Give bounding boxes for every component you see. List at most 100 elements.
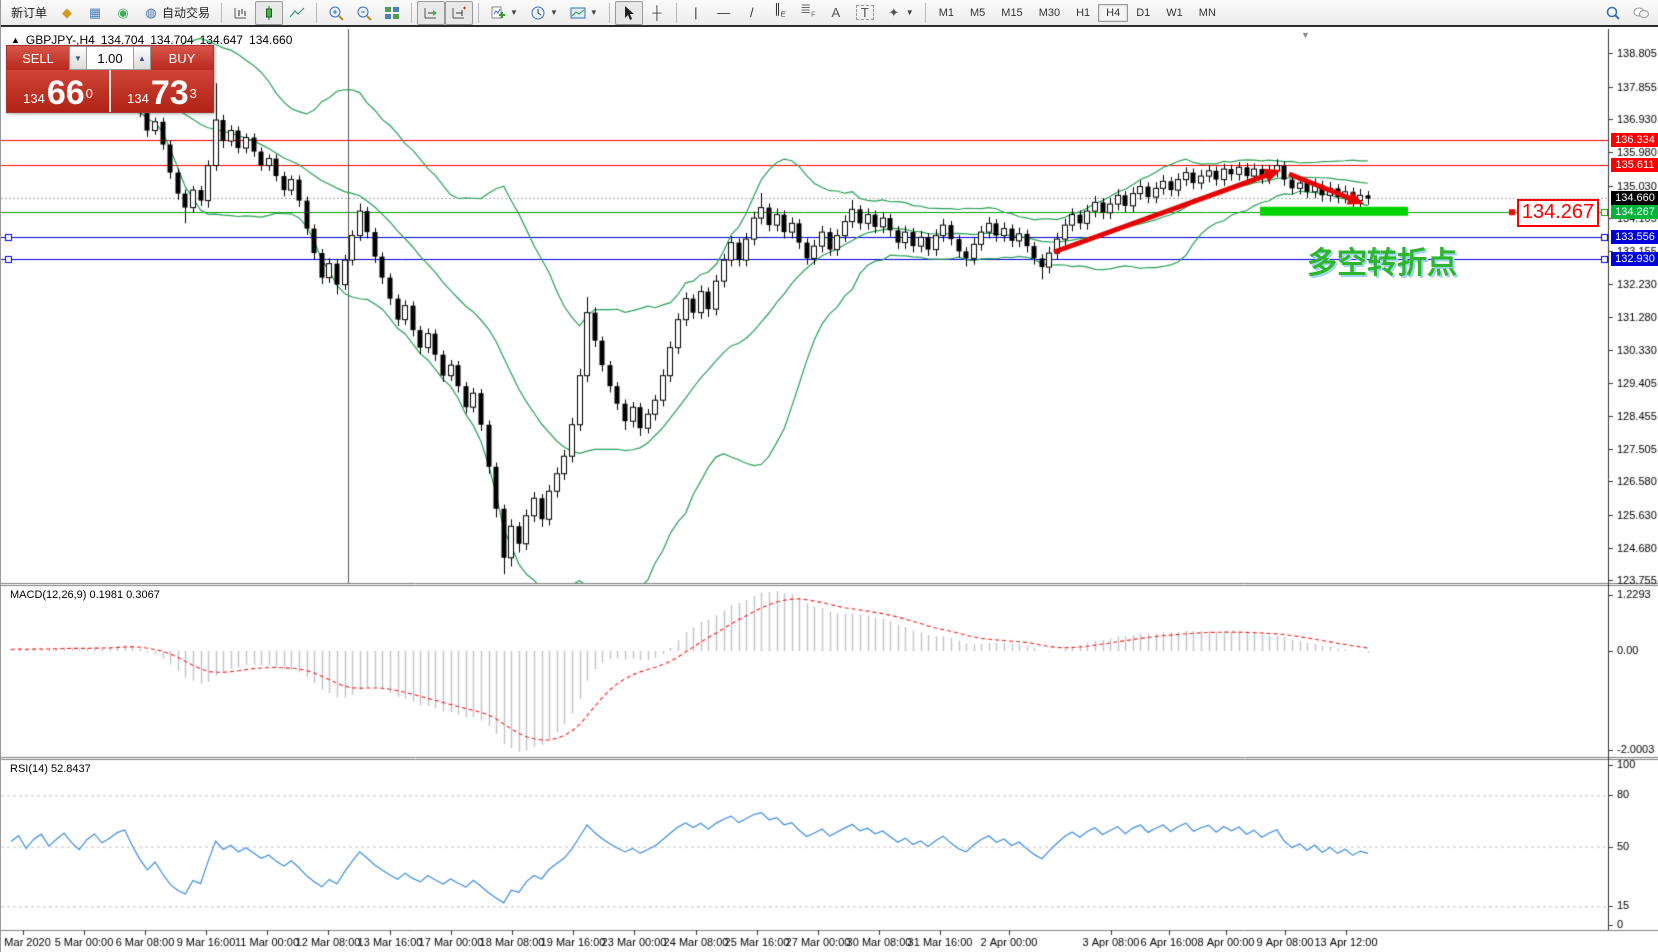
chat-icon	[1633, 5, 1649, 21]
chart-shift-icon	[451, 5, 467, 21]
tf-m30-button[interactable]: M30	[1031, 4, 1068, 22]
toolbar-separator	[221, 3, 222, 23]
tf-d1-button[interactable]: D1	[1128, 4, 1158, 22]
clock-icon	[530, 5, 546, 21]
buy-price-sup: 3	[190, 79, 197, 109]
indicators-dropdown-arrow[interactable]: ▼	[510, 8, 518, 17]
tf-w1-button[interactable]: W1	[1158, 4, 1191, 22]
price-badge-133.556: 133.556	[1611, 230, 1658, 244]
periods-dropdown-arrow[interactable]: ▼	[550, 8, 558, 17]
profiles-icon: ▦	[87, 5, 103, 21]
horizontal-line-icon: —	[716, 5, 732, 21]
templates-button[interactable]: ▼	[564, 1, 604, 25]
zoom-out-icon	[356, 5, 372, 21]
sounds-button[interactable]: ◉	[109, 1, 137, 25]
chevron-down-icon[interactable]: ▼	[1301, 30, 1310, 40]
arrows-button[interactable]: ✦▼	[880, 1, 920, 25]
sell-price-big: 66	[47, 77, 85, 109]
new-order-button[interactable]: 新订单	[5, 1, 53, 25]
toolbar-separator	[316, 3, 317, 23]
chart-canvas[interactable]	[1, 0, 1658, 952]
price-badge-136.334: 136.334	[1611, 133, 1658, 147]
tf-h4-button[interactable]: H4	[1098, 4, 1128, 22]
price-callout-label[interactable]: 134.267	[1517, 199, 1599, 227]
crosshair-icon: ┼	[649, 5, 665, 21]
text-icon: A	[828, 5, 844, 21]
tf-m1-button[interactable]: M1	[931, 4, 962, 22]
new-chart-icon: ◆	[59, 5, 75, 21]
ohlc-close: 134.660	[249, 33, 292, 47]
toolbar-separator	[676, 3, 677, 23]
auto-scroll-icon	[423, 5, 439, 21]
candlestick-icon	[261, 5, 277, 21]
globe-icon: ◍	[143, 5, 159, 21]
mt4-window: { "toolbar": { "new_order_label": "新订单",…	[0, 0, 1658, 952]
autotrading-label: 自动交易	[162, 4, 210, 21]
search-icon	[1605, 5, 1621, 21]
text-button[interactable]: A	[822, 1, 850, 25]
price-badge-132.930: 132.930	[1611, 252, 1658, 266]
bar-chart-icon	[233, 5, 249, 21]
price-badge-134.267: 134.267	[1611, 205, 1658, 219]
trendline-button[interactable]: /	[738, 1, 766, 25]
vertical-line-button[interactable]: |	[682, 1, 710, 25]
rsi-value: 52.8437	[51, 763, 91, 775]
sell-price-button[interactable]: 134 66 0	[7, 70, 111, 112]
sell-button[interactable]: SELL	[7, 46, 69, 70]
text-label-button[interactable]: T	[850, 1, 880, 25]
indicators-button[interactable]: ▼	[484, 1, 524, 25]
tf-m5-button[interactable]: M5	[962, 4, 993, 22]
crosshair-button[interactable]: ┼	[643, 1, 671, 25]
text-label-icon: T	[856, 5, 874, 20]
templates-dropdown-arrow[interactable]: ▼	[590, 8, 598, 17]
tf-mn-button[interactable]: MN	[1191, 4, 1224, 22]
search-button[interactable]	[1599, 1, 1627, 25]
sound-icon: ◉	[115, 5, 131, 21]
volume-increase-button[interactable]: ▲	[133, 46, 151, 70]
chart-shift-button[interactable]	[445, 1, 473, 25]
new-order-label: 新订单	[11, 4, 47, 21]
zoom-out-button[interactable]	[350, 1, 378, 25]
buy-button[interactable]: BUY	[151, 46, 213, 70]
price-badge-134.660: 134.660	[1611, 191, 1658, 205]
bar-chart-button[interactable]	[227, 1, 255, 25]
tile-windows-icon	[384, 5, 400, 21]
volume-input[interactable]	[87, 46, 133, 70]
fibonacci-icon: ≣F	[800, 1, 816, 24]
cursor-button[interactable]	[615, 1, 643, 25]
fibonacci-button[interactable]: ≣F	[794, 1, 822, 25]
channel-icon: ∥E	[772, 1, 788, 24]
tf-m15-button[interactable]: M15	[993, 4, 1030, 22]
tf-h1-button[interactable]: H1	[1068, 4, 1098, 22]
zoom-in-button[interactable]	[322, 1, 350, 25]
tile-windows-button[interactable]	[378, 1, 406, 25]
new-chart-button[interactable]: ◆	[53, 1, 81, 25]
sell-price-small: 134	[23, 89, 45, 109]
auto-scroll-button[interactable]	[417, 1, 445, 25]
buy-price-button[interactable]: 134 73 3	[111, 70, 213, 112]
channel-button[interactable]: ∥E	[766, 1, 794, 25]
templates-icon	[570, 5, 586, 21]
candlestick-chart-button[interactable]	[255, 1, 283, 25]
line-chart-button[interactable]	[283, 1, 311, 25]
expand-icon[interactable]: ▲	[11, 35, 20, 45]
toolbar-separator	[609, 3, 610, 23]
chat-button[interactable]	[1627, 1, 1655, 25]
macd-values: 0.1981 0.3067	[89, 589, 159, 601]
main-toolbar: 新订单 ◆ ▦ ◉ ◍自动交易 ▼ ▼ ▼ ┼ | — / ∥E ≣F A T …	[1, 0, 1658, 27]
vertical-line-icon: |	[688, 5, 704, 21]
toolbar-separator	[925, 3, 926, 23]
arrows-icon: ✦	[886, 5, 902, 21]
toolbar-separator	[478, 3, 479, 23]
annotation-text[interactable]: 多空转折点	[1307, 238, 1457, 282]
arrows-dropdown-arrow[interactable]: ▼	[906, 8, 914, 17]
trendline-icon: /	[744, 5, 760, 21]
buy-price-small: 134	[127, 89, 149, 109]
periods-button[interactable]: ▼	[524, 1, 564, 25]
horizontal-line-button[interactable]: —	[710, 1, 738, 25]
buy-price-big: 73	[151, 77, 189, 109]
autotrading-button[interactable]: ◍自动交易	[137, 1, 216, 25]
profiles-button[interactable]: ▦	[81, 1, 109, 25]
zoom-in-icon	[328, 5, 344, 21]
volume-decrease-button[interactable]: ▼	[69, 46, 87, 70]
